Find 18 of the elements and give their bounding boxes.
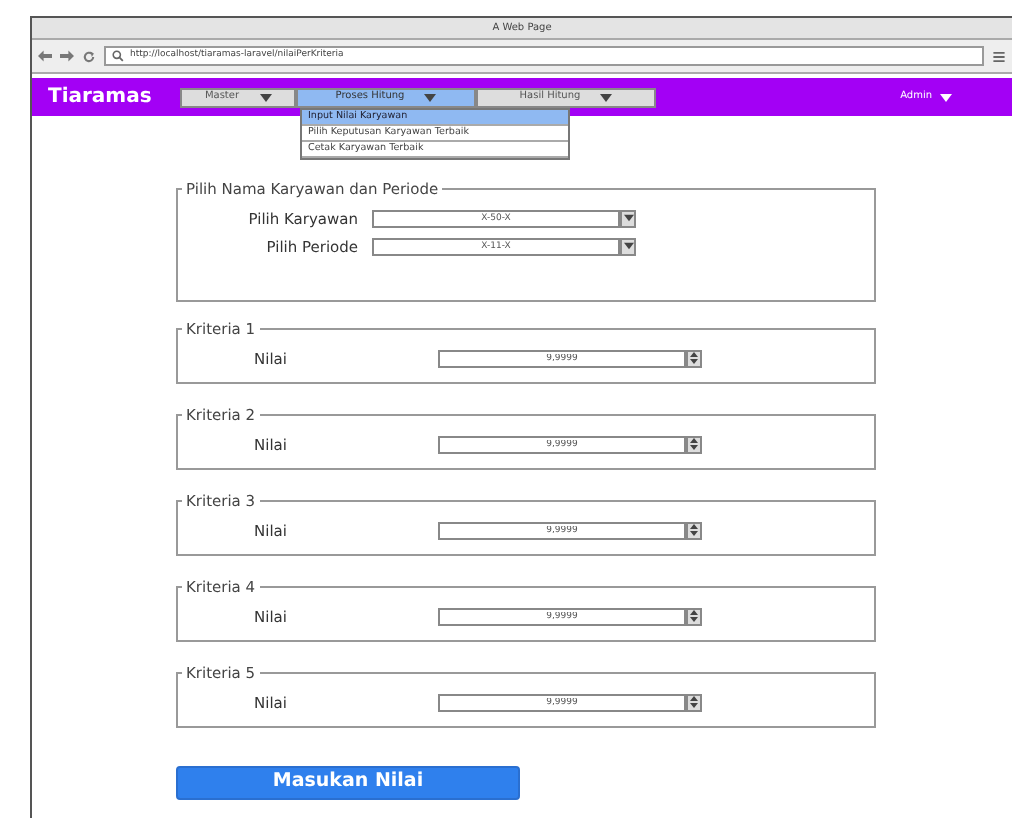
menu-icon[interactable] (992, 49, 1006, 63)
reload-icon[interactable] (82, 49, 96, 63)
caret-icon (424, 93, 437, 101)
spinner-icon[interactable] (686, 521, 702, 540)
caret-icon (940, 93, 952, 101)
spinner-icon[interactable] (686, 349, 702, 368)
submit-button[interactable]: Masukan Nilai (176, 765, 520, 800)
brand-logo[interactable]: Tiaramas (48, 82, 180, 112)
dropdown-icon[interactable] (620, 237, 636, 256)
caret-icon (600, 93, 613, 101)
search-icon (112, 50, 124, 62)
forward-icon[interactable] (60, 50, 74, 62)
back-icon[interactable] (38, 50, 52, 62)
spinner-icon[interactable] (686, 607, 702, 626)
spinner-icon[interactable] (686, 693, 702, 712)
dropdown-icon[interactable] (620, 209, 636, 228)
spinner-icon[interactable] (686, 435, 702, 454)
caret-icon (259, 93, 272, 101)
